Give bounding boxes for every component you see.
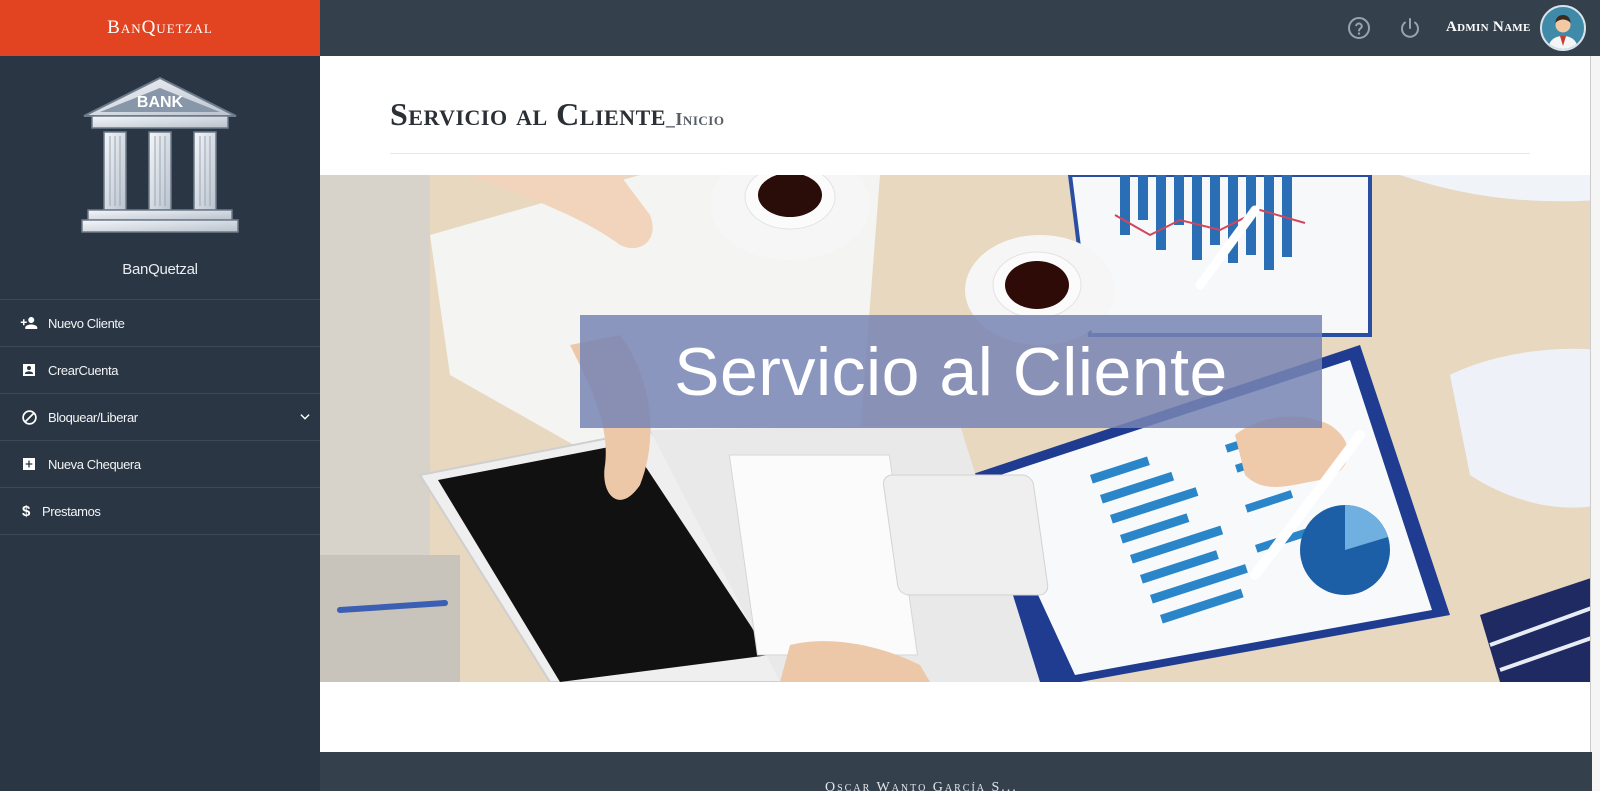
- top-bar: Admin Name: [320, 0, 1600, 56]
- sidebar-item-label: CrearCuenta: [48, 362, 119, 378]
- page-scrollbar[interactable]: [1590, 56, 1600, 791]
- avatar[interactable]: [1540, 5, 1586, 51]
- footer-text: Oscar Wanto García S...: [825, 780, 1018, 791]
- sidebar-profile: BANK BanQuetzal: [0, 56, 320, 300]
- sidebar-item-bloquear-liberar[interactable]: Bloquear/Liberar: [0, 394, 320, 441]
- title-divider: [390, 153, 1530, 154]
- admin-name[interactable]: Admin Name: [1446, 19, 1531, 36]
- add-box-icon: [20, 455, 38, 473]
- sidebar-item-nueva-chequera[interactable]: Nueva Chequera: [0, 441, 320, 488]
- power-icon[interactable]: [1398, 16, 1422, 40]
- sidebar-item-crear-cuenta[interactable]: CrearCuenta: [0, 347, 320, 394]
- sidebar: BanQuetzal BANK BanQuetzal Nuevo Cliente…: [0, 0, 320, 791]
- main-content: Servicio al Cliente_Inicio Servicio al C…: [320, 56, 1600, 791]
- sidebar-item-label: Prestamos: [42, 503, 101, 519]
- sidebar-item-label: Nuevo Cliente: [48, 315, 125, 331]
- hero-illustration: [320, 175, 1600, 682]
- hero-image: Servicio al Cliente: [320, 175, 1600, 682]
- bank-logo: BANK: [81, 76, 239, 233]
- sidebar-item-nuevo-cliente[interactable]: Nuevo Cliente: [0, 300, 320, 347]
- page-title: Servicio al Cliente_Inicio: [390, 96, 724, 133]
- page-title-text: Servicio al Cliente: [390, 96, 666, 132]
- dollar-icon: $: [22, 502, 30, 520]
- block-icon: [20, 408, 38, 426]
- page-subtitle: _Inicio: [665, 109, 725, 129]
- help-icon[interactable]: [1347, 16, 1371, 40]
- sidebar-item-label: Bloquear/Liberar: [48, 409, 138, 425]
- sidebar-item-prestamos[interactable]: $ Prestamos: [0, 488, 320, 535]
- hero-banner: Servicio al Cliente: [580, 315, 1322, 428]
- chevron-down-icon[interactable]: [298, 410, 312, 424]
- contact-card-icon: [20, 361, 38, 379]
- brand-title[interactable]: BanQuetzal: [0, 0, 320, 56]
- bank-logo-text: BANK: [137, 94, 184, 111]
- footer: Oscar Wanto García S...: [320, 752, 1592, 791]
- hero-title: Servicio al Cliente: [674, 333, 1228, 410]
- person-add-icon: [20, 314, 38, 332]
- sidebar-item-label: Nueva Chequera: [48, 456, 141, 472]
- profile-name: BanQuetzal: [122, 261, 198, 278]
- sidebar-menu: Nuevo Cliente CrearCuenta Bloquear/Liber…: [0, 300, 320, 535]
